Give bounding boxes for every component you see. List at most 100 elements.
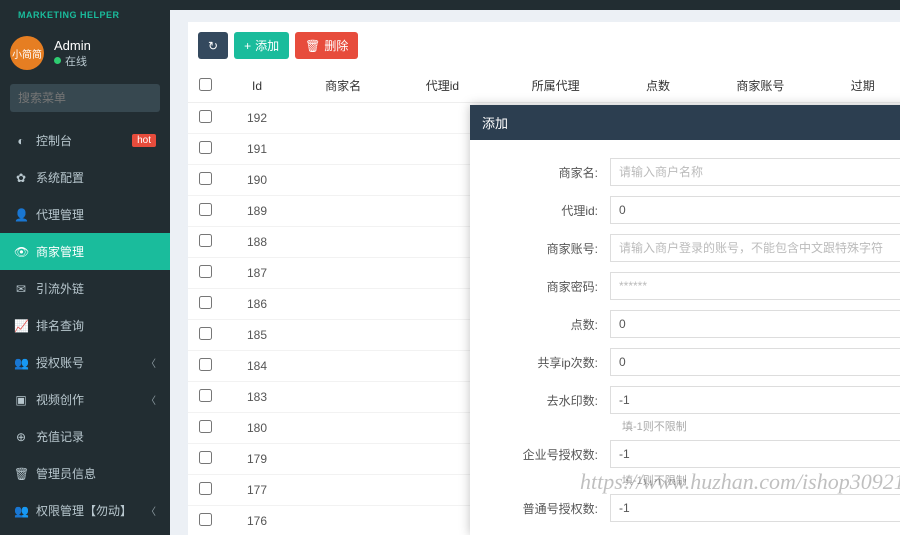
column-header: 所属代理 [491, 69, 621, 103]
merchant-account-input[interactable] [610, 234, 900, 262]
menu-icon: 📈 [14, 319, 28, 333]
row-checkbox[interactable] [199, 327, 212, 340]
menu-label: 授权账号 [36, 354, 84, 371]
status-dot-icon [54, 57, 61, 64]
column-header: 过期 [825, 69, 900, 103]
cell-id: 189 [222, 196, 292, 227]
add-modal: 添加 — ☐ ✕ 商家名: 代理id: 商家账号: 商家密码: 点数: 共享ip… [470, 105, 900, 535]
agent-id-input[interactable] [610, 196, 900, 224]
menu-label: 排名查询 [36, 317, 84, 334]
field-label: 去水印数: [470, 392, 610, 409]
sidebar-item-1[interactable]: ✿ 系统配置 [0, 159, 170, 196]
menu-icon: 🗑 [14, 467, 28, 481]
field-label: 商家密码: [470, 278, 610, 295]
plus-icon: + [244, 39, 251, 53]
column-header: 代理id [394, 69, 490, 103]
cell-id: 185 [222, 320, 292, 351]
menu-icon: ⊕ [14, 430, 28, 444]
row-checkbox[interactable] [199, 234, 212, 247]
cell-id: 176 [222, 506, 292, 535]
select-all-checkbox[interactable] [199, 78, 212, 91]
column-header: Id [222, 69, 292, 103]
modal-header[interactable]: 添加 — ☐ ✕ [470, 105, 900, 140]
row-checkbox[interactable] [199, 420, 212, 433]
hint-text: 填-1则不限制 [470, 470, 900, 494]
modal-title: 添加 [482, 113, 900, 132]
menu-icon: 👤 [14, 208, 28, 222]
share-ip-input[interactable] [610, 348, 900, 376]
sidebar-item-3[interactable]: 👁 商家管理 [0, 233, 170, 270]
row-checkbox[interactable] [199, 110, 212, 123]
cell-id: 179 [222, 444, 292, 475]
menu-label: 引流外链 [36, 280, 84, 297]
modal-body: 商家名: 代理id: 商家账号: 商家密码: 点数: 共享ip次数: 去水印数:… [470, 140, 900, 535]
menu-icon: ✉ [14, 282, 28, 296]
search-input[interactable] [10, 84, 181, 112]
row-checkbox[interactable] [199, 389, 212, 402]
cell-id: 190 [222, 165, 292, 196]
sidebar: MARKETING HELPER 小简简 Admin 在线 🔍 ◐控制台hot✿… [0, 10, 170, 535]
menu-icon: 👥 [14, 356, 28, 370]
chevron-left-icon: 〈 [146, 355, 156, 370]
sidebar-item-0[interactable]: ◐控制台hot [0, 122, 170, 159]
menu-label: 系统配置 [36, 169, 84, 186]
menu-icon: ▣ [14, 393, 28, 407]
column-header: 商家名 [292, 69, 394, 103]
merchant-password-input[interactable] [610, 272, 900, 300]
sidebar-item-2[interactable]: 👤 代理管理 [0, 196, 170, 233]
row-checkbox[interactable] [199, 482, 212, 495]
field-label: 商家账号: [470, 240, 610, 257]
sidebar-item-9[interactable]: 🗑 管理员信息 [0, 455, 170, 492]
enterprise-auth-input[interactable] [610, 440, 900, 468]
cell-id: 192 [222, 103, 292, 134]
menu-icon: 👁 [14, 245, 28, 259]
column-header [188, 69, 222, 103]
row-checkbox[interactable] [199, 451, 212, 464]
hint-text: 填-1则不限制 [470, 416, 900, 440]
menu-icon: ◐ [14, 134, 28, 148]
user-name: Admin [54, 38, 91, 53]
user-panel: 小简简 Admin 在线 [0, 26, 170, 84]
trash-icon: 🗑 [305, 39, 320, 53]
menu-label: 管理员信息 [36, 465, 96, 482]
main: ↻ +添加 🗑删除 Id商家名代理id所属代理点数商家账号过期 19219119… [170, 10, 900, 535]
sidebar-item-6[interactable]: 👥 授权账号 〈 [0, 344, 170, 381]
column-header: 商家账号 [695, 69, 825, 103]
menu-icon: 👥 [14, 504, 28, 518]
sidebar-item-4[interactable]: ✉ 引流外链 [0, 270, 170, 307]
row-checkbox[interactable] [199, 265, 212, 278]
menu-icon: ✿ [14, 171, 28, 185]
menu-label: 充值记录 [36, 428, 84, 445]
column-header: 点数 [621, 69, 695, 103]
normal-auth-input[interactable] [610, 494, 900, 522]
delete-button[interactable]: 🗑删除 [295, 32, 358, 59]
sidebar-item-5[interactable]: 📈 排名查询 [0, 307, 170, 344]
row-checkbox[interactable] [199, 172, 212, 185]
field-label: 普通号授权数: [470, 500, 610, 517]
merchant-name-input[interactable] [610, 158, 900, 186]
field-label: 共享ip次数: [470, 354, 610, 371]
row-checkbox[interactable] [199, 141, 212, 154]
sidebar-item-8[interactable]: ⊕ 充值记录 [0, 418, 170, 455]
cell-id: 187 [222, 258, 292, 289]
user-status: 在线 [54, 53, 91, 69]
sidebar-item-10[interactable]: 👥 权限管理【勿动】〈 [0, 492, 170, 529]
row-checkbox[interactable] [199, 513, 212, 526]
cell-id: 191 [222, 134, 292, 165]
chevron-left-icon: 〈 [146, 503, 156, 518]
row-checkbox[interactable] [199, 296, 212, 309]
sidebar-item-7[interactable]: ▣视频创作〈 [0, 381, 170, 418]
cell-id: 180 [222, 413, 292, 444]
row-checkbox[interactable] [199, 203, 212, 216]
menu-label: 商家管理 [36, 243, 84, 260]
row-checkbox[interactable] [199, 358, 212, 371]
points-input[interactable] [610, 310, 900, 338]
field-label: 点数: [470, 316, 610, 333]
menu-label: 代理管理 [36, 206, 84, 223]
add-button[interactable]: +添加 [234, 32, 289, 59]
refresh-button[interactable]: ↻ [198, 32, 228, 59]
watermark-count-input[interactable] [610, 386, 900, 414]
menu-search[interactable]: 🔍 [10, 84, 160, 112]
cell-id: 188 [222, 227, 292, 258]
menu-label: 权限管理【勿动】 [36, 502, 132, 519]
